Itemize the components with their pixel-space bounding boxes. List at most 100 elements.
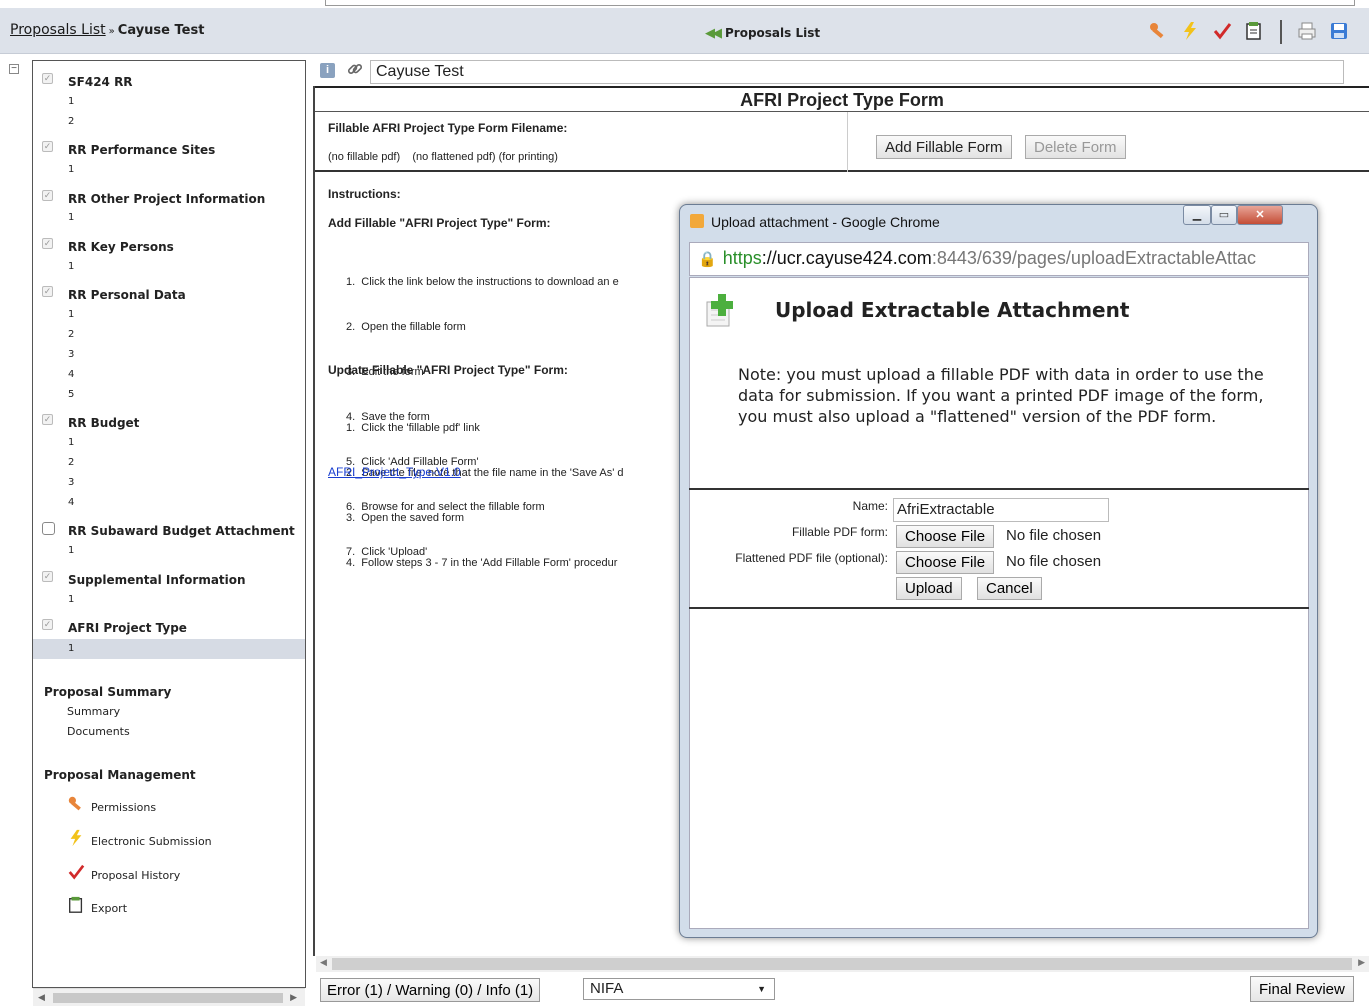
scroll-left-icon[interactable]: ◀ [38,992,45,1003]
form-checkbox[interactable]: ✓ [42,286,53,297]
sidebar-page-item[interactable]: 1 [33,541,305,561]
proposal-summary-heading: Proposal Summary [44,685,172,699]
proposals-list-nav[interactable]: ◀◀ Proposals List [705,26,820,41]
sidebar-page-item[interactable]: 1 [33,208,305,228]
cancel-button[interactable]: Cancel [977,577,1042,600]
sidebar-page-item-selected[interactable]: 1 [33,639,305,659]
scroll-left-icon[interactable]: ◀ [320,957,327,968]
sidebar-page-item[interactable]: 2 [33,112,305,132]
list-item: 1. Click the link below the instructions… [346,276,619,288]
sidebar-form-supplemental-info[interactable]: ✓ Supplemental Information [33,569,305,589]
minimize-icon[interactable]: ▁ [1183,205,1211,225]
form-label: AFRI Project Type [68,621,187,635]
divider [689,607,1309,609]
sidebar-page-item[interactable]: 4 [33,365,305,385]
lightning-icon [67,829,85,852]
export-link[interactable]: Export [33,896,305,934]
list-item: 1. Click the 'fillable pdf' link [346,422,480,434]
sidebar-page-item[interactable]: 3 [33,345,305,365]
sidebar-form-budget[interactable]: ✓ RR Budget [33,412,305,432]
upload-note: Note: you must upload a fillable PDF wit… [738,365,1264,426]
sidebar-page-item[interactable]: 3 [33,473,305,493]
choose-flattened-file-button[interactable]: Choose File [896,551,995,574]
form-checkbox[interactable]: ✓ [42,414,53,425]
info-icon[interactable]: i [320,63,335,78]
sidebar-form-sf424[interactable]: ✓ SF424 RR [33,71,305,91]
documents-link[interactable]: Documents [33,725,305,738]
sidebar-page-item[interactable]: 1 [33,257,305,277]
sidebar-page-item[interactable]: 2 [33,325,305,345]
update-form-heading: Update Fillable "AFRI Project Type" Form… [328,363,568,377]
form-label: RR Budget [68,416,140,430]
sidebar-page-item[interactable]: 1 [33,92,305,112]
form-label: RR Performance Sites [68,143,216,157]
flattened-file-status: No file chosen [1006,553,1102,570]
breadcrumb-current: Cayuse Test [117,23,205,38]
sidebar-horizontal-scrollbar[interactable]: ◀ ▶ [33,988,305,1006]
sidebar-form-personal-data[interactable]: ✓ RR Personal Data [33,284,305,304]
sidebar-form-performance-sites[interactable]: ✓ RR Performance Sites [33,139,305,159]
summary-link[interactable]: Summary [33,705,305,718]
scroll-right-icon[interactable]: ▶ [1358,957,1365,968]
sidebar-page-item[interactable]: 4 [33,493,305,513]
scroll-thumb[interactable] [53,993,283,1003]
sidebar-form-subaward-budget[interactable]: RR Subaward Budget Attachment [33,520,305,540]
attachment-name-input[interactable]: AfriExtractable [893,498,1109,522]
form-checkbox[interactable] [42,522,55,535]
dialog-heading: Upload Extractable Attachment [775,298,1130,322]
link-icon[interactable] [346,60,364,83]
final-review-button[interactable]: Final Review [1250,976,1354,1002]
sidebar-form-key-persons[interactable]: ✓ RR Key Persons [33,236,305,256]
agency-select[interactable]: NIFA ▼ [583,978,775,1000]
breadcrumb: Proposals List» Cayuse Test [10,22,204,38]
proposal-title-field[interactable]: Cayuse Test [370,60,1344,84]
sidebar-page-item[interactable]: 1 [33,160,305,180]
url-bar[interactable]: 🔒 https://ucr.cayuse424.com:8443/639/page… [689,242,1309,276]
fillable-pdf-label: Fillable PDF form: [791,525,888,539]
sidebar-page-item[interactable]: 1 [33,590,305,610]
breadcrumb-proposals-list-link[interactable]: Proposals List [10,22,106,38]
form-label: SF424 RR [68,75,133,89]
form-checkbox[interactable]: ✓ [42,141,53,152]
agency-select-value: NIFA [590,980,624,997]
form-checkbox[interactable]: ✓ [42,238,53,249]
keys-icon[interactable] [1148,21,1168,41]
form-label: Supplemental Information [68,573,246,587]
upload-button[interactable]: Upload [896,577,962,600]
afri-pdf-download-link[interactable]: AFRI_Project_Type-V1.0 [328,465,461,479]
sidebar-page-item[interactable]: 2 [33,453,305,473]
save-icon[interactable] [1329,21,1349,41]
form-title: AFRI Project Type Form [315,86,1369,112]
form-checkbox[interactable]: ✓ [42,73,53,84]
main-horizontal-scrollbar[interactable]: ◀ ▶ [316,956,1369,972]
sidebar-page-item[interactable]: 1 [33,433,305,453]
close-icon[interactable]: ✕ [1237,205,1283,225]
sidebar-page-item[interactable]: 1 [33,305,305,325]
scroll-thumb[interactable] [332,958,1352,970]
maximize-icon[interactable]: ▭ [1211,205,1237,225]
form-checkbox[interactable]: ✓ [42,190,53,201]
collapse-toggle[interactable]: − [9,64,19,74]
validation-messages-button[interactable]: Error (1) / Warning (0) / Info (1) [320,978,541,1002]
add-fillable-form-button[interactable]: Add Fillable Form [876,135,1012,159]
sidebar-form-afri-project-type[interactable]: ✓ AFRI Project Type [33,617,305,637]
checkmark-icon[interactable] [1212,21,1232,41]
sidebar-form-other-project-info[interactable]: ✓ RR Other Project Information [33,188,305,208]
sidebar-page-item[interactable]: 5 [33,385,305,405]
form-checkbox[interactable]: ✓ [42,571,53,582]
scroll-right-icon[interactable]: ▶ [290,992,297,1003]
proposal-management-heading: Proposal Management [44,768,196,782]
form-checkbox[interactable]: ✓ [42,619,53,630]
fillable-file-status: No file chosen [1006,527,1102,544]
keys-icon [67,795,85,818]
flattened-pdf-label: Flattened PDF file (optional): [735,551,888,565]
export-icon[interactable] [1244,21,1264,41]
delete-form-button[interactable]: Delete Form [1025,135,1126,159]
lightning-icon[interactable] [1180,21,1200,41]
print-icon[interactable] [1297,21,1317,41]
proposal-history-label: Proposal History [91,869,181,882]
add-form-heading: Add Fillable "AFRI Project Type" Form: [328,216,551,230]
export-label: Export [91,902,128,915]
name-label: Name: [852,499,888,513]
choose-fillable-file-button[interactable]: Choose File [896,525,995,548]
